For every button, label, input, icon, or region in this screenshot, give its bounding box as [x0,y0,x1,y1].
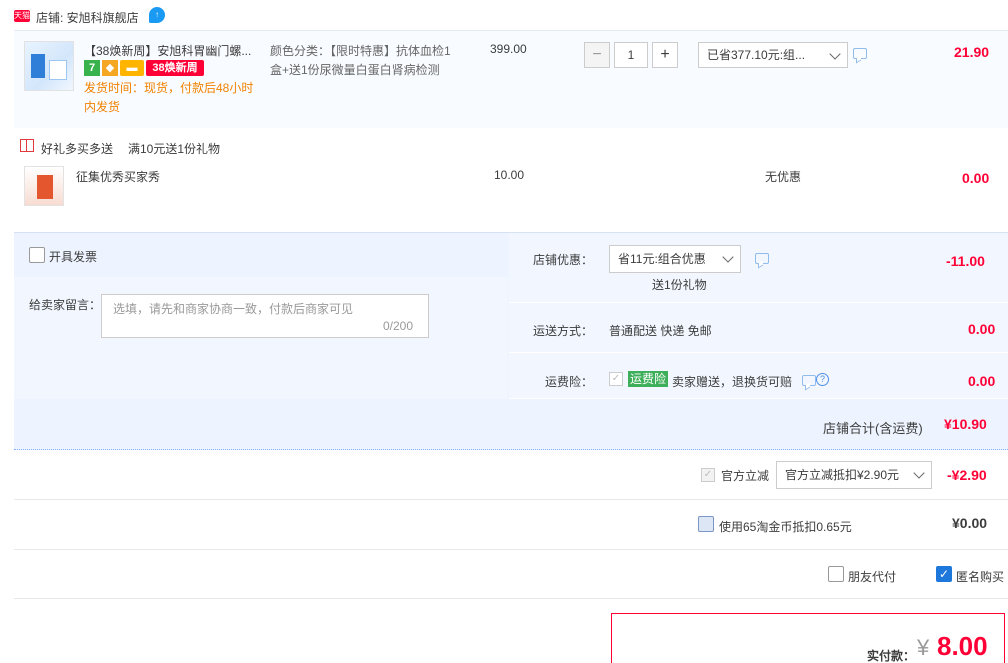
divider [14,549,1008,550]
message-placeholder: 选填，请先和商家协商一致，付款后商家可见 [113,302,354,316]
divider [14,598,1008,599]
shipping-method: 普通配送 快递 免邮 [609,324,712,338]
chevron-down-icon [722,251,734,263]
insurance-label: 运费险： [545,375,594,389]
item-thumbnail[interactable] [24,41,74,91]
shop-discount-select[interactable]: 省11元:组合优惠 [609,245,741,273]
pay-label: 实付款： [867,649,916,663]
message-label: 给卖家留言： [29,298,102,312]
gift-subtotal: 0.00 [962,170,990,186]
quantity-input[interactable]: 1 [614,42,648,68]
shop-name-link[interactable]: 店铺: 安旭科旗舰店 [36,9,139,26]
promo-badge: 38焕新周 [146,60,204,76]
gift-price: 10.00 [494,168,525,182]
taobao-coin-checkbox[interactable] [698,516,714,532]
insurance-text: 卖家赠送，退换货可赔 [672,375,793,389]
guarantee-shield-icon: ◆ [102,60,118,76]
official-discount-select[interactable]: 官方立减抵扣¥2.90元 [776,461,932,489]
official-discount-value: 官方立减抵扣¥2.90元 [785,468,900,482]
shop-discount-value: 省11元:组合优惠 [618,252,706,266]
gift-icon [20,139,34,152]
currency-symbol: ¥ [917,635,930,660]
quantity-increase-button[interactable]: + [652,42,678,68]
shop-discount-label: 店铺优惠： [533,253,594,267]
chevron-down-icon [913,467,925,479]
item-discount-value: 已省377.10元:组... [707,48,806,62]
official-discount-amount: -¥2.90 [947,467,987,483]
shop-total-amount: ¥10.90 [944,416,987,432]
item-discount-select[interactable]: 已省377.10元:组... [698,42,848,68]
quantity-decrease-button[interactable]: − [584,42,610,68]
insurance-checkbox: ✓ [609,372,623,386]
credit-card-icon: ▬ [120,60,144,76]
ship-time-text: 发货时间：现货，付款后48小时内发货 [84,81,254,114]
anonymous-checkbox[interactable]: ✓ [936,566,952,582]
insurance-tag: 运费险 [628,371,669,387]
insurance-amount: 0.00 [968,373,996,389]
message-icon[interactable] [755,253,769,264]
anonymous-label[interactable]: 匿名购买 [956,568,1004,585]
item-unit-price: 399.00 [490,42,527,56]
divider [14,499,1008,500]
friend-pay-label[interactable]: 朋友代付 [848,568,896,585]
item-subtotal: 21.90 [954,44,990,60]
shop-total-label: 店铺合计(含运费) [823,421,923,436]
shop-discount-amount: -11.00 [946,253,985,269]
gift-thumbnail[interactable] [24,166,64,206]
friend-pay-checkbox[interactable] [828,566,844,582]
message-icon[interactable] [802,375,816,386]
seven-day-return-icon: 7 [84,60,100,76]
official-discount-checkbox: ✓ [701,468,715,482]
taobao-coin-amount: ¥0.00 [952,515,988,531]
help-icon[interactable]: ? [816,373,829,386]
pay-amount: 8.00 [937,631,988,661]
invoice-checkbox[interactable] [29,247,45,263]
message-icon[interactable] [853,48,867,59]
shop-discount-gift: 送1份礼物 [652,278,707,292]
tmall-logo-icon: 天猫 [14,10,30,22]
shipping-amount: 0.00 [968,321,996,337]
gift-section-label: 好礼多买多送 [41,142,114,156]
gift-title[interactable]: 征集优秀买家秀 [76,168,160,185]
taobao-coin-label[interactable]: 使用65淘金币抵扣0.65元 [719,518,852,535]
shipping-label: 运送方式： [533,324,594,338]
chevron-down-icon [829,48,841,60]
official-discount-label: 官方立减 [721,469,770,483]
item-title-link[interactable]: 【38焕新周】安旭科胃幽门螺... [84,42,260,59]
invoice-label[interactable]: 开具发票 [49,248,97,265]
item-badges: 7 ◆ ▬ 38焕新周 [84,60,206,78]
wangwang-chat-icon[interactable]: ↑ [149,7,165,23]
gift-promo-text: 满10元送1份礼物 [128,142,221,156]
gift-no-discount: 无优惠 [765,170,802,184]
item-sku: 颜色分类：【限时特惠】抗体血检1盒+送1份尿微量白蛋白肾病检测 [270,44,451,77]
message-char-count: 0/200 [383,319,414,333]
